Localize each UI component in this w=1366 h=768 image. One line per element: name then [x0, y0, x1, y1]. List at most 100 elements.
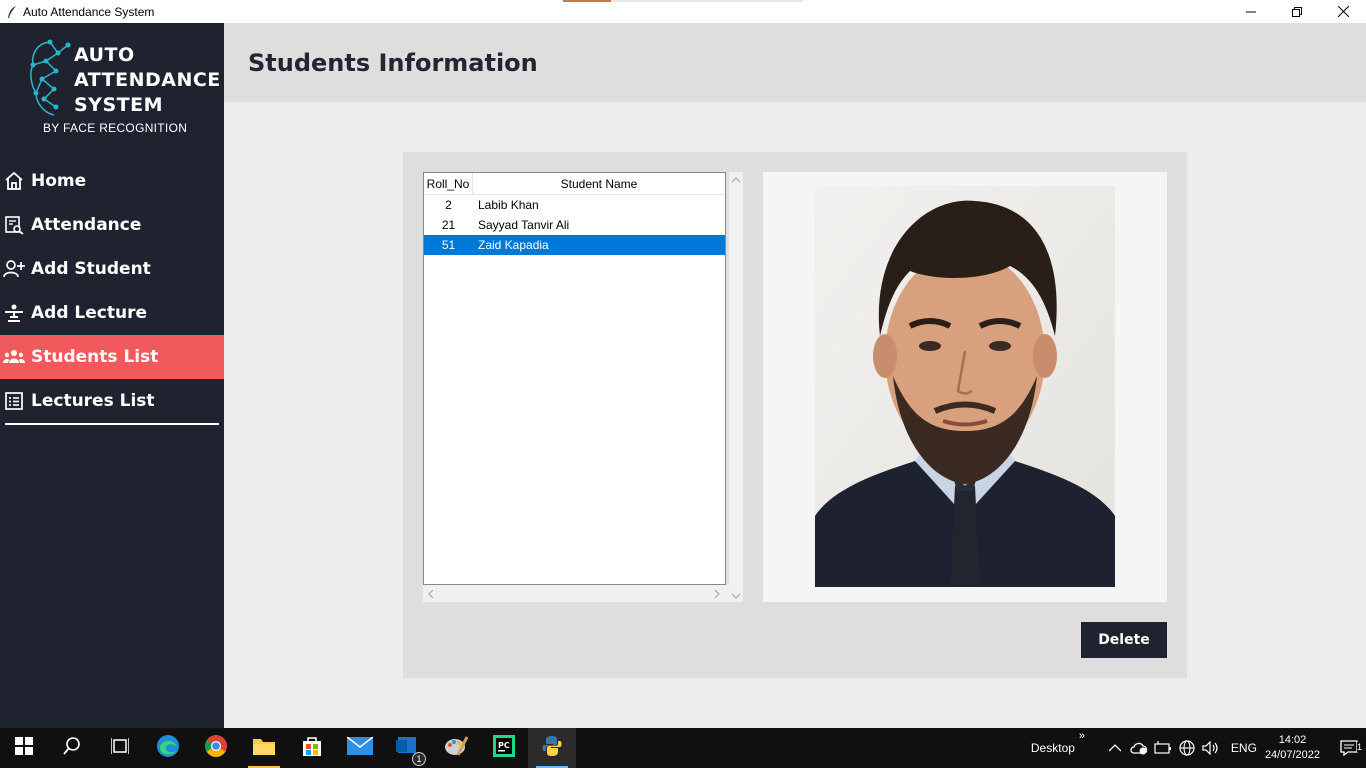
taskbar-edge[interactable]	[144, 728, 192, 768]
taskbar-file-explorer[interactable]	[240, 728, 288, 768]
sidebar-item-label: Students List	[31, 347, 159, 367]
onedrive-cloud-icon[interactable]	[1127, 741, 1151, 755]
toolbar-overflow-chevron[interactable]: »	[1079, 730, 1085, 742]
window-controls	[1228, 0, 1366, 23]
scroll-down-icon[interactable]	[731, 590, 741, 602]
paint-palette-icon	[444, 735, 469, 762]
volume-speaker-icon[interactable]	[1199, 741, 1223, 755]
logo-line-2: ATTENDANCE	[74, 69, 221, 91]
brain-network-icon	[30, 39, 71, 116]
add-user-icon	[3, 258, 25, 280]
input-language[interactable]: ENG	[1231, 741, 1257, 755]
battery-plug-icon[interactable]	[1151, 741, 1175, 755]
pycharm-icon: PC	[493, 734, 515, 762]
clock-time: 14:02	[1278, 734, 1307, 746]
sidebar-item-label: Home	[31, 171, 87, 191]
column-header-name[interactable]: Student Name	[473, 173, 725, 194]
attendance-search-icon	[3, 214, 25, 236]
taskbar-paint[interactable]	[432, 728, 480, 768]
feather-app-icon	[4, 4, 20, 20]
table-header: Roll_No Student Name	[424, 173, 725, 195]
svg-text:PC: PC	[498, 741, 510, 750]
list-icon	[3, 390, 25, 412]
scroll-up-icon[interactable]	[731, 174, 741, 186]
sidebar: AUTO ATTENDANCE SYSTEM BY FACE RECOGNITI…	[0, 23, 224, 728]
page-title: Students Information	[248, 49, 538, 77]
windows-start-icon	[15, 736, 33, 760]
store-bag-icon	[301, 735, 323, 762]
chrome-browser-icon	[204, 734, 228, 763]
delete-button[interactable]: Delete	[1081, 622, 1167, 658]
sidebar-item-add-student[interactable]: Add Student	[0, 247, 224, 291]
scroll-right-icon[interactable]	[714, 589, 720, 601]
titlebar-progress-strip	[563, 0, 803, 2]
users-icon	[3, 346, 25, 368]
task-view-icon	[110, 737, 130, 759]
window-titlebar: Auto Attendance System	[0, 0, 1366, 23]
scroll-left-icon[interactable]	[428, 589, 434, 601]
mail-count-badge: 1	[412, 751, 426, 766]
sidebar-nav: Home Attendance Add Student Add Lecture …	[0, 159, 224, 423]
close-button[interactable]	[1320, 0, 1366, 23]
clock-date: 24/07/2022	[1264, 749, 1320, 761]
logo-subtitle: BY FACE RECOGNITION	[43, 121, 188, 135]
app-logo: AUTO ATTENDANCE SYSTEM BY FACE RECOGNITI…	[28, 39, 220, 135]
lecture-icon	[3, 302, 25, 324]
roll-cell: 21	[441, 218, 456, 232]
task-view-button[interactable]	[96, 728, 144, 768]
roll-cell: 51	[441, 238, 456, 252]
sidebar-divider	[5, 423, 219, 425]
taskbar-chrome[interactable]	[192, 728, 240, 768]
student-photo-frame	[763, 172, 1167, 602]
start-button[interactable]	[0, 728, 48, 768]
taskbar-clock[interactable]: 14:02 24/07/2022	[1265, 733, 1320, 763]
logo-line-1: AUTO	[74, 44, 135, 66]
table-row[interactable]: 2 Labib Khan	[424, 195, 725, 215]
horizontal-scrollbar[interactable]	[423, 585, 729, 602]
mail-icon	[346, 735, 374, 760]
roll-cell: 2	[445, 198, 452, 212]
python-icon	[541, 735, 563, 762]
sidebar-item-label: Add Lecture	[31, 303, 147, 323]
sidebar-item-lectures-list[interactable]: Lectures List	[0, 379, 224, 423]
sidebar-item-label: Add Student	[31, 259, 151, 279]
search-icon	[63, 736, 81, 760]
sidebar-item-label: Lectures List	[31, 391, 155, 411]
student-photo	[815, 186, 1115, 587]
logo-line-3: SYSTEM	[74, 94, 163, 116]
taskbar: 1 PC Desktop » ENG 14:02 24/07/2022 1	[0, 728, 1366, 768]
taskbar-store[interactable]	[288, 728, 336, 768]
logo-title: AUTO ATTENDANCE SYSTEM	[74, 43, 221, 118]
taskbar-python-app[interactable]	[528, 728, 576, 768]
students-panel: Roll_No Student Name 2 Labib Khan 21 Say…	[403, 152, 1187, 678]
taskbar-mail[interactable]	[336, 728, 384, 768]
vertical-scrollbar[interactable]	[729, 172, 743, 602]
chevron-up-icon[interactable]	[1103, 744, 1127, 752]
desktop-toolbar-label[interactable]: Desktop	[1031, 741, 1075, 755]
sidebar-item-attendance[interactable]: Attendance	[0, 203, 224, 247]
network-globe-icon[interactable]	[1175, 740, 1199, 756]
column-header-roll[interactable]: Roll_No	[424, 173, 473, 194]
taskbar-pycharm[interactable]: PC	[480, 728, 528, 768]
sidebar-item-home[interactable]: Home	[0, 159, 224, 203]
edge-browser-icon	[156, 734, 180, 763]
students-table[interactable]: Roll_No Student Name 2 Labib Khan 21 Say…	[423, 172, 726, 585]
taskbar-search-button[interactable]	[48, 728, 96, 768]
window-title: Auto Attendance System	[23, 4, 155, 19]
name-cell: Zaid Kapadia	[478, 238, 549, 252]
sidebar-item-add-lecture[interactable]: Add Lecture	[0, 291, 224, 335]
table-row-selected[interactable]: 51 Zaid Kapadia	[424, 235, 725, 255]
sidebar-item-students-list[interactable]: Students List	[0, 335, 224, 379]
name-cell: Labib Khan	[478, 198, 539, 212]
outlook-icon: 1	[396, 735, 426, 766]
table-row[interactable]: 21 Sayyad Tanvir Ali	[424, 215, 725, 235]
notification-count-badge: 1	[1356, 742, 1362, 752]
minimize-button[interactable]	[1228, 0, 1274, 23]
notification-center-icon[interactable]: 1	[1332, 740, 1366, 756]
name-cell: Sayyad Tanvir Ali	[478, 218, 570, 232]
restore-button[interactable]	[1274, 0, 1320, 23]
sidebar-item-label: Attendance	[31, 215, 142, 235]
taskbar-outlook[interactable]: 1	[384, 728, 432, 768]
home-icon	[3, 170, 25, 192]
system-tray: Desktop » ENG 14:02 24/07/2022 1	[1031, 728, 1366, 768]
